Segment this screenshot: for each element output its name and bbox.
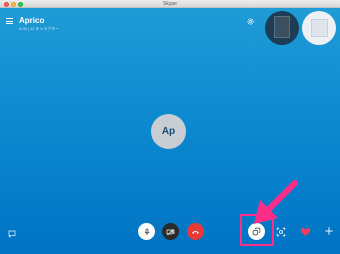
- menu-button[interactable]: [6, 18, 13, 24]
- heart-icon[interactable]: [300, 227, 311, 237]
- gear-icon[interactable]: [246, 17, 255, 26]
- call-status: 0:05 | 11 キャラクター: [19, 26, 60, 31]
- shared-screen-preview[interactable]: [302, 11, 336, 45]
- video-toggle-button[interactable]: [162, 223, 179, 240]
- title-bar: Skype: [0, 0, 340, 8]
- skype-window: Skype Aprico 0:05 | 11 キャラクター Ap: [0, 0, 340, 254]
- annotation-arrow: [254, 180, 298, 224]
- avatar: Ap: [151, 114, 186, 149]
- end-call-button[interactable]: [187, 223, 204, 240]
- microphone-icon: [144, 228, 149, 235]
- video-off-icon: [166, 228, 175, 235]
- plus-icon[interactable]: [324, 226, 334, 236]
- mute-button[interactable]: [138, 223, 155, 240]
- contact-name: Aprico: [19, 16, 45, 25]
- hamburger-menu-icon: [6, 18, 13, 19]
- phone-hangup-icon: [192, 230, 199, 234]
- self-video-preview[interactable]: [265, 11, 299, 45]
- window-title: Skype: [163, 1, 177, 7]
- chat-bubble-icon[interactable]: [8, 230, 16, 238]
